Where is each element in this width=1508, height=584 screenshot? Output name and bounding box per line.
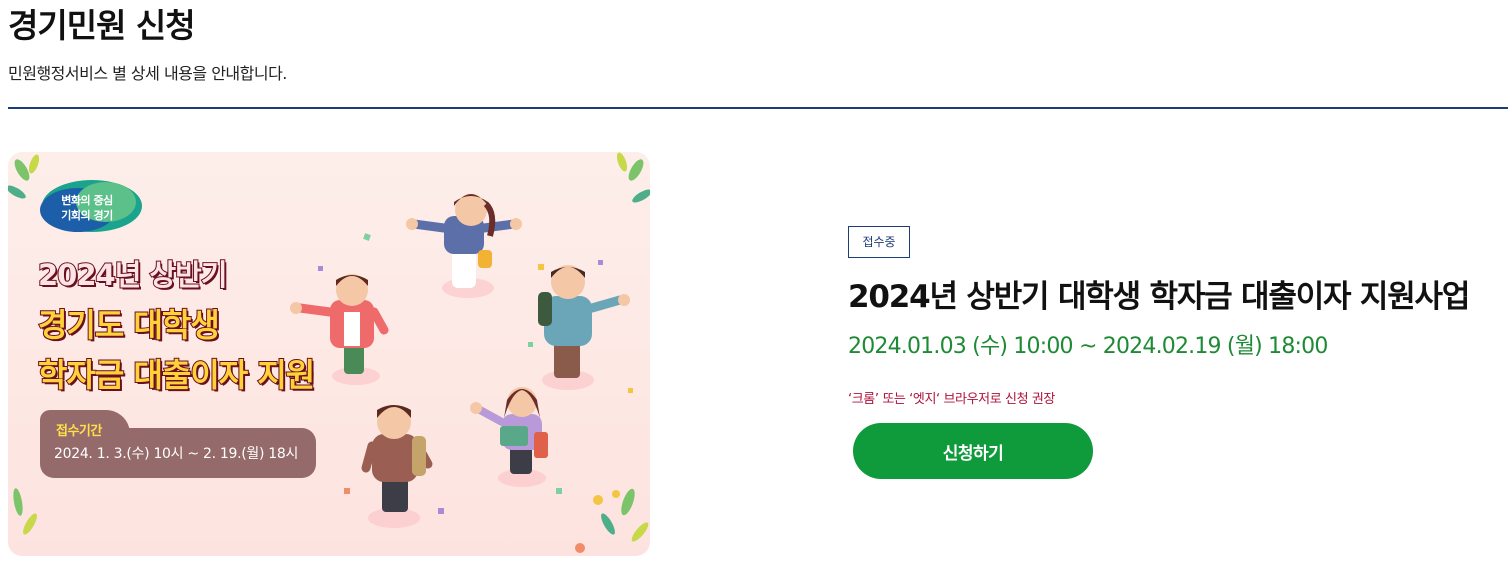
- banner-period-value: 2024. 1. 3.(수) 10시 ~ 2. 19.(월) 18시: [54, 446, 299, 462]
- banner-headline-line2: 경기도 대학생: [37, 305, 221, 345]
- student-illustration-4: [361, 405, 433, 528]
- student-illustration-5: [470, 387, 548, 487]
- student-illustration-3: [538, 265, 630, 390]
- service-banner-image: 변화의 중심 기회의 경기 2024년 상반기 경기도 대학생 학자금 대출이자…: [8, 152, 650, 556]
- page-description: 민원행정서비스 별 상세 내용을 안내합니다.: [8, 64, 287, 83]
- brand-slogan-line2: 기회의 경기: [61, 209, 113, 222]
- apply-button[interactable]: 신청하기: [853, 423, 1093, 479]
- browser-notice: ‘크롬’ 또는 ‘엣지‘ 브라우저로 신청 권장: [848, 392, 1055, 407]
- brand-slogan: 변화의 중심 기회의 경기: [42, 184, 132, 232]
- brand-slogan-line1: 변화의 중심: [61, 194, 113, 207]
- banner-period-label: 접수기간: [56, 424, 102, 439]
- header-divider: [8, 107, 1508, 109]
- banner-headline-line1: 2024년 상반기: [37, 257, 229, 293]
- banner-headline-line3: 학자금 대출이자 지원: [37, 355, 316, 395]
- service-title: 2024년 상반기 대학생 학자금 대출이자 지원사업: [848, 279, 1470, 315]
- flower-decoration-icon: [575, 490, 620, 553]
- status-badge: 접수중: [848, 226, 910, 258]
- service-period: 2024.01.03 (수) 10:00 ~ 2024.02.19 (월) 18…: [848, 334, 1328, 359]
- student-illustration-1: [406, 194, 522, 298]
- page-title: 경기민원 신청: [8, 6, 196, 45]
